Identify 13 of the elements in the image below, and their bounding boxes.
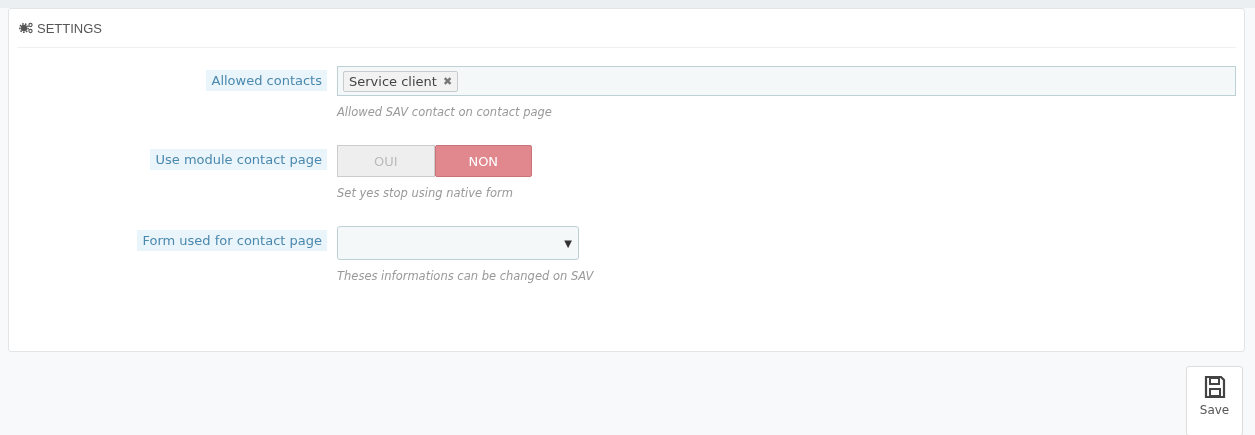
help-text: Allowed SAV contact on contact page bbox=[337, 105, 552, 119]
remove-icon[interactable]: ✖ bbox=[442, 74, 453, 88]
tag-text: Service client bbox=[349, 73, 437, 89]
help-text: Theses informations can be changed on SAV bbox=[337, 269, 594, 283]
panel-title: SETTINGS bbox=[37, 20, 102, 36]
tag-input-field[interactable]: Service client ✖ bbox=[337, 66, 1236, 96]
save-button[interactable]: Save bbox=[1186, 366, 1243, 435]
field-label: Allowed contacts bbox=[206, 70, 327, 91]
settings-icon bbox=[19, 22, 33, 34]
help-text: Set yes stop using native form bbox=[337, 186, 513, 200]
select-field[interactable]: ▼ bbox=[337, 226, 579, 260]
field-label: Use module contact page bbox=[150, 149, 327, 170]
field-label: Form used for contact page bbox=[137, 230, 327, 251]
